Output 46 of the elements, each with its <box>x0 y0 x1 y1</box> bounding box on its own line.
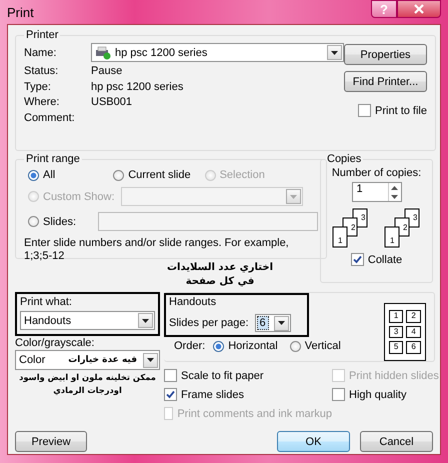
radio-label: All <box>43 169 56 181</box>
radio-label: Selection <box>220 169 265 181</box>
window-title: Print <box>7 4 34 20</box>
copies-spinner[interactable]: 1 <box>352 182 402 202</box>
detail-label: Type: <box>24 80 52 94</box>
field-label: Color/grayscale: <box>15 337 96 349</box>
radio-label: Current slide <box>128 169 191 181</box>
ok-button[interactable]: OK <box>277 431 350 452</box>
detail-value: USB001 <box>91 95 132 110</box>
field-label: Name: <box>24 46 58 58</box>
group-label: Handouts <box>169 296 218 308</box>
detail-label: Where: <box>24 95 60 110</box>
printer-dropdown[interactable]: hp psc 1200 series <box>91 43 344 62</box>
checkbox-label: High quality <box>349 388 406 400</box>
checkbox-label: Print hidden slides <box>349 370 439 382</box>
group-label: Copies <box>326 153 362 165</box>
radio-label: Horizontal <box>228 340 278 352</box>
radio-label: Slides: <box>43 216 76 228</box>
group-label: Print range <box>25 153 81 165</box>
properties-button[interactable]: Properties <box>344 44 427 65</box>
detail-label: Comment: <box>24 110 76 126</box>
preview-button[interactable]: Preview <box>15 431 87 452</box>
field-label: Number of copies: <box>332 167 422 179</box>
annotation-text: فيه عدة خيارات <box>68 355 137 365</box>
field-label: Order: <box>174 340 206 352</box>
checkbox-label: Collate <box>368 254 402 266</box>
detail-value: hp psc 1200 series <box>91 80 184 94</box>
find-printer-button[interactable]: Find Printer... <box>344 71 427 92</box>
group-label: Printer <box>25 29 60 41</box>
checkbox-label: Print comments and ink markup <box>177 408 332 420</box>
handout-layout-preview: 1 2 3 4 5 6 <box>384 303 426 361</box>
radio-label: Custom Show: <box>43 190 115 202</box>
annotation-text: ممكن تخلينه ملون او ابيض واسود اودرجات الرمادي <box>18 371 157 397</box>
print-what-dropdown[interactable]: Handouts <box>20 311 155 330</box>
detail-label: Status: <box>24 64 60 79</box>
slides-per-page-dropdown[interactable]: 6 <box>254 314 290 332</box>
checkbox-label: Print to file <box>375 104 427 116</box>
field-label: Print what: <box>20 296 73 308</box>
detail-value: Pause <box>91 64 122 79</box>
checkbox-label: Scale to fit paper <box>181 370 264 382</box>
annotation-text: اختاري عدد السلايدات في كل صفحة <box>166 261 274 289</box>
checkbox-label: Frame slides <box>181 388 244 400</box>
hint-text: Enter slide numbers and/or slide ranges. For example, 1;3;5-12 <box>24 237 290 262</box>
field-label: Slides per page: <box>169 317 248 329</box>
cancel-button[interactable]: Cancel <box>360 431 433 452</box>
radio-label: Vertical <box>304 340 341 352</box>
